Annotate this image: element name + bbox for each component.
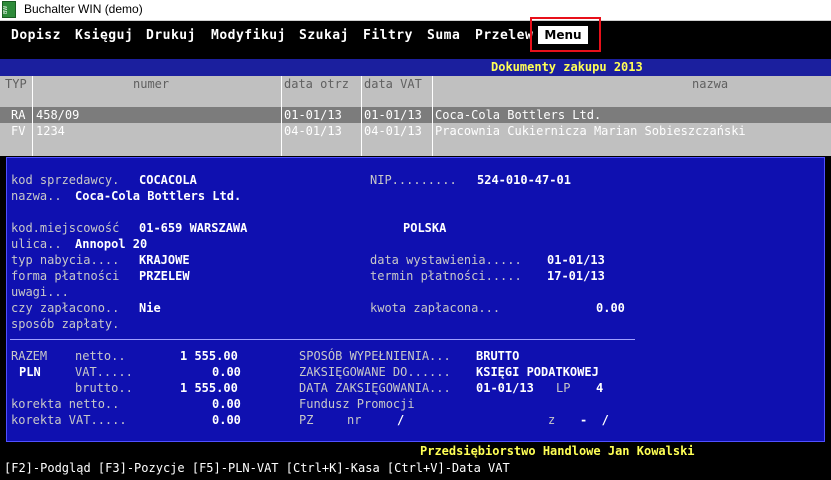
document-list-title: Dokumenty zakupu 2013 [491,60,643,74]
uwagi-label: uwagi... [11,285,69,299]
zaksiegowane-do-value[interactable]: KSIĘGI PODATKOWEJ [476,365,599,379]
sposob-wypelnienia-label: SPOSÓB WYPEŁNIENIA... [299,349,451,363]
window-title: Buchalter WIN (demo) [24,2,143,16]
column-header-nazwa[interactable]: nazwa [692,77,728,91]
forma-platnosci-value[interactable]: PRZELEW [139,269,190,283]
korekta-vat-label: korekta VAT..... [11,413,127,427]
ulica-label: ulica.. [11,237,62,251]
netto-label: netto.. [75,349,126,363]
forma-platnosci-label: forma płatności [11,269,120,283]
table-row-data-vat[interactable]: 04-01/13 [364,124,422,138]
nazwa-label: nazwa.. [11,189,62,203]
brutto-value[interactable]: 1 555.00 [180,381,238,395]
lp-label: LP [556,381,571,395]
kod-miejscowosc-label: kod.miejscowość [11,221,120,235]
nr-label: nr [347,413,362,427]
termin-platnosci-value[interactable]: 17-01/13 [547,269,605,283]
data-wystawienia-value[interactable]: 01-01/13 [547,253,605,267]
document-list-titlebar [0,59,831,76]
korekta-netto-value[interactable]: 0.00 [212,397,241,411]
korekta-vat-value[interactable]: 0.00 [212,413,241,427]
z-value[interactable]: - / [580,413,609,427]
currency-label: PLN [19,365,41,379]
table-row-data-otrz[interactable]: 01-01/13 [284,108,342,122]
nip-value[interactable]: 524-010-47-01 [477,173,571,187]
z-label: z [548,413,556,427]
table-row-typ[interactable]: FV [11,124,25,138]
nr-value[interactable]: / [397,413,404,427]
ulica-value[interactable]: Annopol 20 [75,237,147,251]
table-row-data-vat[interactable]: 01-01/13 [364,108,422,122]
typ-nabycia-label: typ nabycia.... [11,253,120,267]
table-row-typ[interactable]: RA [11,108,25,122]
status-bar [0,443,831,460]
vat-value[interactable]: 0.00 [212,365,241,379]
nip-label: NIP......... [370,173,457,187]
netto-value[interactable]: 1 555.00 [180,349,238,363]
menu-item-suma[interactable]: Suma [427,28,460,43]
czy-zaplacono-value[interactable]: Nie [139,301,161,315]
kraj-value[interactable]: POLSKA [403,221,446,235]
lp-value[interactable]: 4 [596,381,603,395]
sposob-wypelnienia-value[interactable]: BRUTTO [476,349,519,363]
table-row-data-otrz[interactable]: 04-01/13 [284,124,342,138]
razem-label: RAZEM [11,349,48,363]
company-name: Przedsiębiorstwo Handlowe Jan Kowalski [420,444,695,458]
data-zaksiegowania-value[interactable]: 01-01/13 [476,381,534,395]
sposob-zaplaty-label: sposób zapłaty. [11,317,120,331]
menu-item-ksieguj[interactable]: Księguj [75,28,133,43]
data-wystawienia-label: data wystawienia..... [370,253,522,267]
menu-item-drukuj[interactable]: Drukuj [146,28,196,43]
czy-zaplacono-label: czy zapłacono.. [11,301,120,315]
buchalter-app-icon: BW [2,1,16,18]
column-header-data-vat[interactable]: data VAT [364,77,422,91]
menu-item-szukaj[interactable]: Szukaj [299,28,349,43]
kwota-zaplacona-value[interactable]: 0.00 [596,301,625,315]
table-row-numer[interactable]: 458/09 [36,108,79,122]
column-header-numer[interactable]: numer [133,77,169,91]
column-divider [281,76,282,156]
zaksiegowane-do-label: ZAKSIĘGOWANE DO...... [299,365,451,379]
data-zaksiegowania-label: DATA ZAKSIĘGOWANIA... [299,381,451,395]
column-header-data-otrz[interactable]: data otrz [284,77,349,91]
brutto-label: brutto.. [75,381,133,395]
table-row-numer[interactable]: 1234 [36,124,65,138]
nazwa-value[interactable]: Coca-Cola Bottlers Ltd. [75,189,241,203]
table-row-nazwa[interactable]: Pracownia Cukiernicza Marian Sobieszczań… [435,124,746,138]
vat-label: VAT..... [75,365,133,379]
menu-item-dopisz[interactable]: Dopisz [11,28,61,43]
column-header-typ[interactable]: TYP [5,77,27,91]
kod-miejscowosc-value[interactable]: 01-659 WARSZAWA [139,221,247,235]
column-divider [32,76,33,156]
kod-sprzedawcy-value[interactable]: COCACOLA [139,173,197,187]
table-row-nazwa[interactable]: Coca-Cola Bottlers Ltd. [435,108,601,122]
function-keys-hint[interactable]: [F2]-Podgląd [F3]-Pozycje [F5]-PLN-VAT [… [4,461,510,475]
column-divider [432,76,433,156]
typ-nabycia-value[interactable]: KRAJOWE [139,253,190,267]
panel-separator [10,339,635,340]
termin-platnosci-label: termin płatności..... [370,269,522,283]
menu-item-filtry[interactable]: Filtry [363,28,413,43]
menu-item-przelew[interactable]: Przelew [475,28,533,43]
menu-highlight-box [530,17,601,52]
column-divider [361,76,362,156]
kwota-zaplacona-label: kwota zapłacona... [370,301,501,315]
pz-label: PZ [299,413,314,427]
fundusz-promocji-label: Fundusz Promocji [299,397,415,411]
korekta-netto-label: korekta netto.. [11,397,120,411]
menu-item-modyfikuj[interactable]: Modyfikuj [211,28,286,43]
kod-sprzedawcy-label: kod sprzedawcy. [11,173,120,187]
